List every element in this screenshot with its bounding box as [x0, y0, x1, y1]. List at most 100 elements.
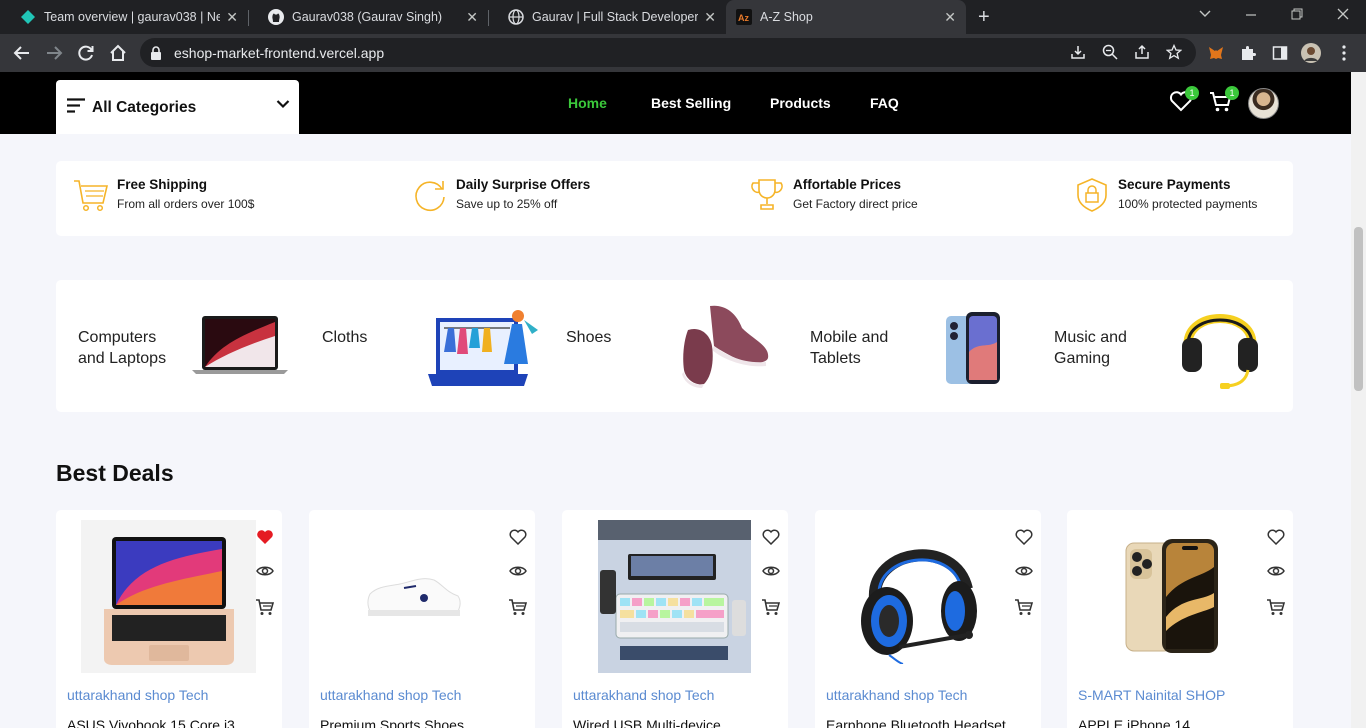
refresh-icon: [415, 181, 445, 212]
browser-tab[interactable]: Team overview | gaurav038 | Netl ✕: [0, 0, 248, 34]
category-mobile-tablets[interactable]: Mobile and Tablets: [788, 280, 1032, 412]
home-icon[interactable]: [107, 42, 129, 64]
browser-tab-active[interactable]: Az A-Z Shop ✕: [726, 0, 966, 34]
product-name[interactable]: APPLE iPhone 14...: [1078, 717, 1202, 728]
feature-subtitle: Get Factory direct price: [793, 197, 918, 211]
back-icon[interactable]: [11, 42, 33, 64]
product-image[interactable]: [81, 520, 256, 673]
headset-image: [1182, 314, 1258, 389]
feature-secure-payments: Secure Payments 100% protected payments: [1074, 177, 1257, 213]
shop-name[interactable]: uttarakhand shop Tech: [67, 687, 208, 703]
add-to-cart-icon[interactable]: [507, 596, 529, 618]
feature-title: Daily Surprise Offers: [456, 177, 591, 192]
close-icon[interactable]: ✕: [944, 9, 956, 26]
extensions-puzzle-icon[interactable]: [1238, 43, 1258, 63]
quick-view-eye-icon[interactable]: [507, 560, 529, 582]
add-to-cart-icon[interactable]: [1013, 596, 1035, 618]
category-name: Music and Gaming: [1054, 329, 1127, 367]
all-categories-dropdown[interactable]: All Categories: [56, 80, 299, 134]
category-name: Mobile and Tablets: [810, 329, 889, 367]
scrollbar-thumb[interactable]: [1354, 227, 1363, 391]
feature-daily-offers: Daily Surprise Offers Save up to 25% off: [412, 177, 590, 213]
nav-best-selling[interactable]: Best Selling: [651, 95, 731, 111]
category-computers-laptops[interactable]: Computers and Laptops: [56, 280, 300, 412]
browser-tab[interactable]: Gaurav | Full Stack Developer ✕: [488, 0, 726, 34]
product-card[interactable]: uttarakhand shop Tech Premium Sports Sho…: [309, 510, 535, 728]
product-image[interactable]: [334, 520, 494, 673]
window-close-icon[interactable]: [1337, 7, 1349, 23]
profile-avatar[interactable]: [1301, 43, 1321, 63]
install-icon[interactable]: [1068, 42, 1088, 62]
product-image[interactable]: [840, 520, 1000, 673]
product-card[interactable]: S-MART Nainital SHOP APPLE iPhone 14...: [1067, 510, 1293, 728]
add-to-cart-icon[interactable]: [254, 596, 276, 618]
bookmark-star-icon[interactable]: [1164, 42, 1184, 62]
site-header: All Categories Home Best Selling Product…: [0, 72, 1351, 134]
laptop-image: [192, 316, 288, 374]
nav-products[interactable]: Products: [770, 95, 831, 111]
product-card[interactable]: uttarakhand shop Tech Earphone Bluetooth…: [815, 510, 1041, 728]
wishlist-heart-icon[interactable]: [1265, 526, 1287, 548]
close-icon[interactable]: ✕: [226, 9, 238, 26]
product-name[interactable]: Earphone Bluetooth Headset...: [826, 717, 1017, 728]
product-card[interactable]: uttarakhand shop Tech ASUS Vivobook 15 C…: [56, 510, 282, 728]
product-name[interactable]: Premium Sports Shoes...: [320, 717, 476, 728]
wishlist-heart-icon[interactable]: [254, 526, 276, 548]
product-card[interactable]: uttarakhand shop Tech Wired USB Multi-de…: [562, 510, 788, 728]
feature-subtitle: Save up to 25% off: [456, 197, 558, 211]
shop-name[interactable]: uttarakhand shop Tech: [573, 687, 714, 703]
minimize-icon[interactable]: [1245, 7, 1257, 24]
categories-section: Computers and Laptops Cloths Shoes Mobil…: [56, 280, 1293, 412]
browser-tab-bar: Team overview | gaurav038 | Netl ✕ Gaura…: [0, 0, 1366, 34]
category-name: Cloths: [322, 329, 368, 346]
page-scrollbar[interactable]: [1351, 72, 1366, 728]
quick-view-eye-icon[interactable]: [760, 560, 782, 582]
forward-icon[interactable]: [43, 42, 65, 64]
product-name[interactable]: Wired USB Multi-device...: [573, 717, 732, 728]
add-to-cart-icon[interactable]: [760, 596, 782, 618]
address-bar[interactable]: eshop-market-frontend.vercel.app: [140, 38, 1196, 67]
reload-icon[interactable]: [75, 42, 97, 64]
add-to-cart-icon[interactable]: [1265, 596, 1287, 618]
share-icon[interactable]: [1132, 42, 1152, 62]
category-music-gaming[interactable]: Music and Gaming: [1032, 280, 1293, 412]
category-cloths[interactable]: Cloths: [300, 280, 544, 412]
shop-name[interactable]: uttarakhand shop Tech: [320, 687, 461, 703]
metamask-icon[interactable]: [1206, 43, 1226, 63]
phone-image: [946, 312, 1000, 384]
quick-view-eye-icon[interactable]: [1265, 560, 1287, 582]
cart-button[interactable]: 1: [1209, 86, 1239, 119]
more-menu-icon[interactable]: [1334, 43, 1354, 63]
wishlist-heart-icon[interactable]: [507, 526, 529, 548]
shop-name[interactable]: S-MART Nainital SHOP: [1078, 687, 1225, 703]
product-image[interactable]: [1092, 520, 1252, 673]
product-image[interactable]: [598, 520, 751, 673]
category-name: Shoes: [566, 329, 612, 346]
product-name[interactable]: ASUS Vivobook 15 Core i3...: [67, 717, 247, 728]
category-shoes[interactable]: Shoes: [544, 280, 788, 412]
netlify-icon: [20, 9, 36, 25]
tab-search-icon[interactable]: [1198, 7, 1212, 24]
wishlist-heart-icon[interactable]: [760, 526, 782, 548]
browser-tab[interactable]: Gaurav038 (Gaurav Singh) ✕: [248, 0, 488, 34]
nav-home[interactable]: Home: [568, 95, 607, 111]
new-tab-icon[interactable]: +: [978, 6, 990, 29]
close-icon[interactable]: ✕: [704, 9, 716, 26]
feature-title: Secure Payments: [1118, 177, 1231, 192]
lock-icon[interactable]: [150, 46, 162, 65]
zoom-icon[interactable]: [1100, 42, 1120, 62]
nav-faq[interactable]: FAQ: [870, 95, 899, 111]
user-avatar[interactable]: [1248, 88, 1279, 119]
side-panel-icon[interactable]: [1270, 43, 1290, 63]
quick-view-eye-icon[interactable]: [254, 560, 276, 582]
wishlist-button[interactable]: 1: [1169, 86, 1199, 117]
restore-icon[interactable]: [1291, 7, 1303, 23]
chevron-down-icon: [276, 96, 290, 114]
globe-icon: [508, 9, 524, 25]
browser-toolbar: eshop-market-frontend.vercel.app: [0, 34, 1366, 72]
tab-title: A-Z Shop: [760, 10, 813, 24]
shop-name[interactable]: uttarakhand shop Tech: [826, 687, 967, 703]
close-icon[interactable]: ✕: [466, 9, 478, 26]
quick-view-eye-icon[interactable]: [1013, 560, 1035, 582]
wishlist-heart-icon[interactable]: [1013, 526, 1035, 548]
